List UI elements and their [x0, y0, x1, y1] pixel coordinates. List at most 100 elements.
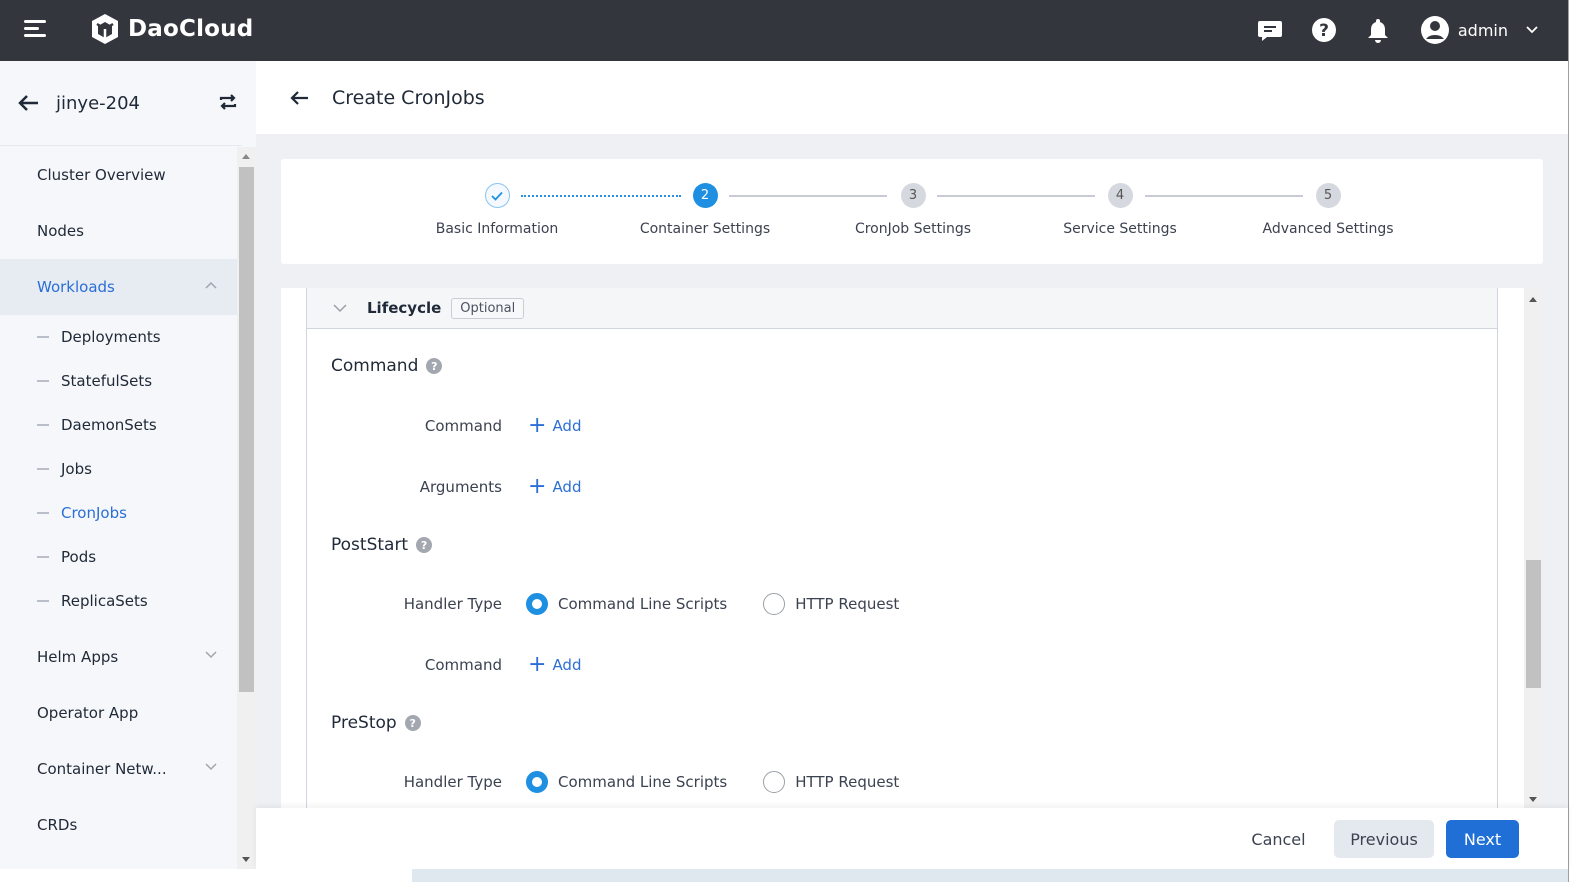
add-command-button[interactable]: + Add	[528, 415, 581, 437]
cluster-header: jinye-204	[0, 61, 242, 146]
poststart-section-title: PostStart ?	[331, 535, 433, 555]
radio-checked-icon	[526, 593, 548, 615]
sidebar-item-label: Container Netw...	[37, 760, 167, 778]
sidebar-subitem-replicasets[interactable]: ReplicaSets	[0, 579, 237, 623]
add-poststart-command-button[interactable]: + Add	[528, 654, 581, 676]
scroll-up-arrow-icon[interactable]	[1529, 297, 1537, 302]
brand-logo[interactable]: DaoCloud	[88, 12, 253, 46]
prestop-radio-http-request[interactable]: HTTP Request	[763, 771, 899, 793]
scroll-down-arrow-icon[interactable]	[242, 857, 250, 862]
switch-cluster-icon[interactable]	[218, 93, 238, 111]
sidebar-subitem-daemonsets[interactable]: DaemonSets	[0, 403, 237, 447]
sidebar-item-helm-apps[interactable]: Helm Apps	[0, 629, 237, 685]
section-title-text: PostStart	[331, 535, 409, 555]
user-menu[interactable]: admin	[1420, 15, 1538, 45]
plus-icon: +	[528, 474, 547, 499]
step-container-settings[interactable]: 2 Container Settings	[615, 183, 795, 237]
cancel-button[interactable]: Cancel	[1231, 820, 1326, 858]
back-arrow-icon[interactable]	[290, 90, 310, 106]
logo-icon	[92, 14, 118, 44]
prestop-handler-row: Handler Type Command Line Scripts HTTP R…	[307, 771, 899, 793]
sidebar-item-nodes[interactable]: Nodes	[0, 203, 237, 259]
sidebar-nav: Cluster Overview Nodes Workloads Deploym…	[0, 147, 237, 869]
field-label: Handler Type	[403, 773, 502, 791]
scrollbar-thumb[interactable]	[1526, 560, 1541, 688]
poststart-command-row: Command + Add	[307, 654, 582, 676]
sidebar-item-cluster-overview[interactable]: Cluster Overview	[0, 147, 237, 203]
sidebar-subitem-label: Jobs	[61, 460, 92, 478]
sidebar-subitem-pods[interactable]: Pods	[0, 535, 237, 579]
radio-label: HTTP Request	[795, 595, 900, 613]
field-label: Command	[424, 417, 502, 435]
dash-icon	[37, 424, 49, 426]
lifecycle-header[interactable]: Lifecycle Optional	[307, 288, 1497, 329]
sidebar-item-label: Helm Apps	[37, 648, 119, 666]
sidebar: jinye-204 Cluster Overview Nodes Workloa…	[0, 61, 256, 869]
poststart-handler-row: Handler Type Command Line Scripts HTTP R…	[307, 593, 899, 615]
previous-button[interactable]: Previous	[1334, 820, 1434, 858]
sidebar-subitem-label: ReplicaSets	[61, 592, 148, 610]
form-scrollbar[interactable]	[1524, 288, 1543, 808]
chevron-up-icon	[205, 281, 217, 289]
sidebar-item-workloads[interactable]: Workloads	[0, 259, 237, 315]
menu-icon[interactable]	[24, 20, 46, 38]
sidebar-item-label: CRDs	[37, 816, 78, 834]
add-arguments-button[interactable]: + Add	[528, 476, 581, 498]
field-label: Handler Type	[403, 595, 502, 613]
add-label: Add	[552, 656, 582, 674]
sidebar-subitem-label: StatefulSets	[61, 372, 153, 390]
stepper: Basic Information 2 Container Settings 3…	[281, 159, 1543, 264]
bell-icon[interactable]	[1362, 14, 1394, 46]
step-number: 4	[1107, 183, 1133, 208]
sidebar-subitem-cronjobs[interactable]: CronJobs	[0, 491, 237, 535]
back-arrow-icon[interactable]	[18, 94, 40, 112]
dash-icon	[37, 556, 49, 558]
plus-icon: +	[528, 652, 547, 677]
step-cronjob-settings[interactable]: 3 CronJob Settings	[823, 183, 1003, 237]
next-button[interactable]: Next	[1446, 820, 1519, 858]
message-icon[interactable]	[1254, 14, 1286, 46]
poststart-radio-http-request[interactable]: HTTP Request	[763, 593, 899, 615]
sidebar-item-operator-app[interactable]: Operator App	[0, 685, 237, 741]
help-icon[interactable]: ?	[426, 358, 443, 374]
chevron-down-icon	[205, 651, 217, 659]
radio-unchecked-icon	[763, 771, 786, 793]
scroll-up-arrow-icon[interactable]	[242, 154, 250, 159]
prestop-radio-command-line-scripts[interactable]: Command Line Scripts	[526, 771, 727, 793]
bottom-strip	[0, 869, 1568, 882]
step-service-settings[interactable]: 4 Service Settings	[1030, 183, 1210, 237]
sidebar-item-label: Nodes	[37, 222, 84, 240]
top-bar: DaoCloud ? admin	[0, 0, 1568, 61]
command-section-title: Command ?	[331, 356, 443, 376]
poststart-radio-command-line-scripts[interactable]: Command Line Scripts	[526, 593, 727, 615]
scroll-down-arrow-icon[interactable]	[1529, 797, 1537, 802]
form-area: Lifecycle Optional Command ? Command + Ad…	[281, 288, 1543, 808]
sidebar-subitem-deployments[interactable]: Deployments	[0, 315, 237, 359]
section-title-text: Command	[331, 356, 419, 376]
dash-icon	[37, 600, 49, 602]
sidebar-scrollbar[interactable]	[237, 147, 256, 869]
main-content: Create CronJobs Basic Information 2 Cont…	[256, 61, 1568, 869]
radio-label: Command Line Scripts	[558, 595, 728, 613]
sidebar-item-crds[interactable]: CRDs	[0, 797, 237, 853]
sidebar-item-container-network[interactable]: Container Netw...	[0, 741, 237, 797]
sidebar-subitem-label: CronJobs	[61, 504, 127, 522]
help-icon[interactable]: ?	[1308, 14, 1340, 46]
field-label: Arguments	[419, 478, 502, 496]
username: admin	[1457, 20, 1508, 40]
radio-label: Command Line Scripts	[558, 773, 728, 791]
scrollbar-thumb[interactable]	[239, 167, 254, 692]
help-icon[interactable]: ?	[404, 715, 421, 731]
step-label: Container Settings	[639, 221, 771, 237]
sidebar-subitem-label: DaemonSets	[61, 416, 157, 434]
footer-actions: Cancel Previous Next	[256, 808, 1568, 869]
step-advanced-settings[interactable]: 5 Advanced Settings	[1238, 183, 1418, 237]
step-basic-information[interactable]: Basic Information	[407, 183, 587, 237]
radio-label: HTTP Request	[795, 773, 900, 791]
help-icon[interactable]: ?	[416, 537, 433, 553]
arguments-row: Arguments + Add	[307, 476, 582, 498]
page-title: Create CronJobs	[332, 86, 485, 109]
chevron-down-icon	[205, 763, 217, 771]
sidebar-subitem-jobs[interactable]: Jobs	[0, 447, 237, 491]
sidebar-subitem-statefulsets[interactable]: StatefulSets	[0, 359, 237, 403]
